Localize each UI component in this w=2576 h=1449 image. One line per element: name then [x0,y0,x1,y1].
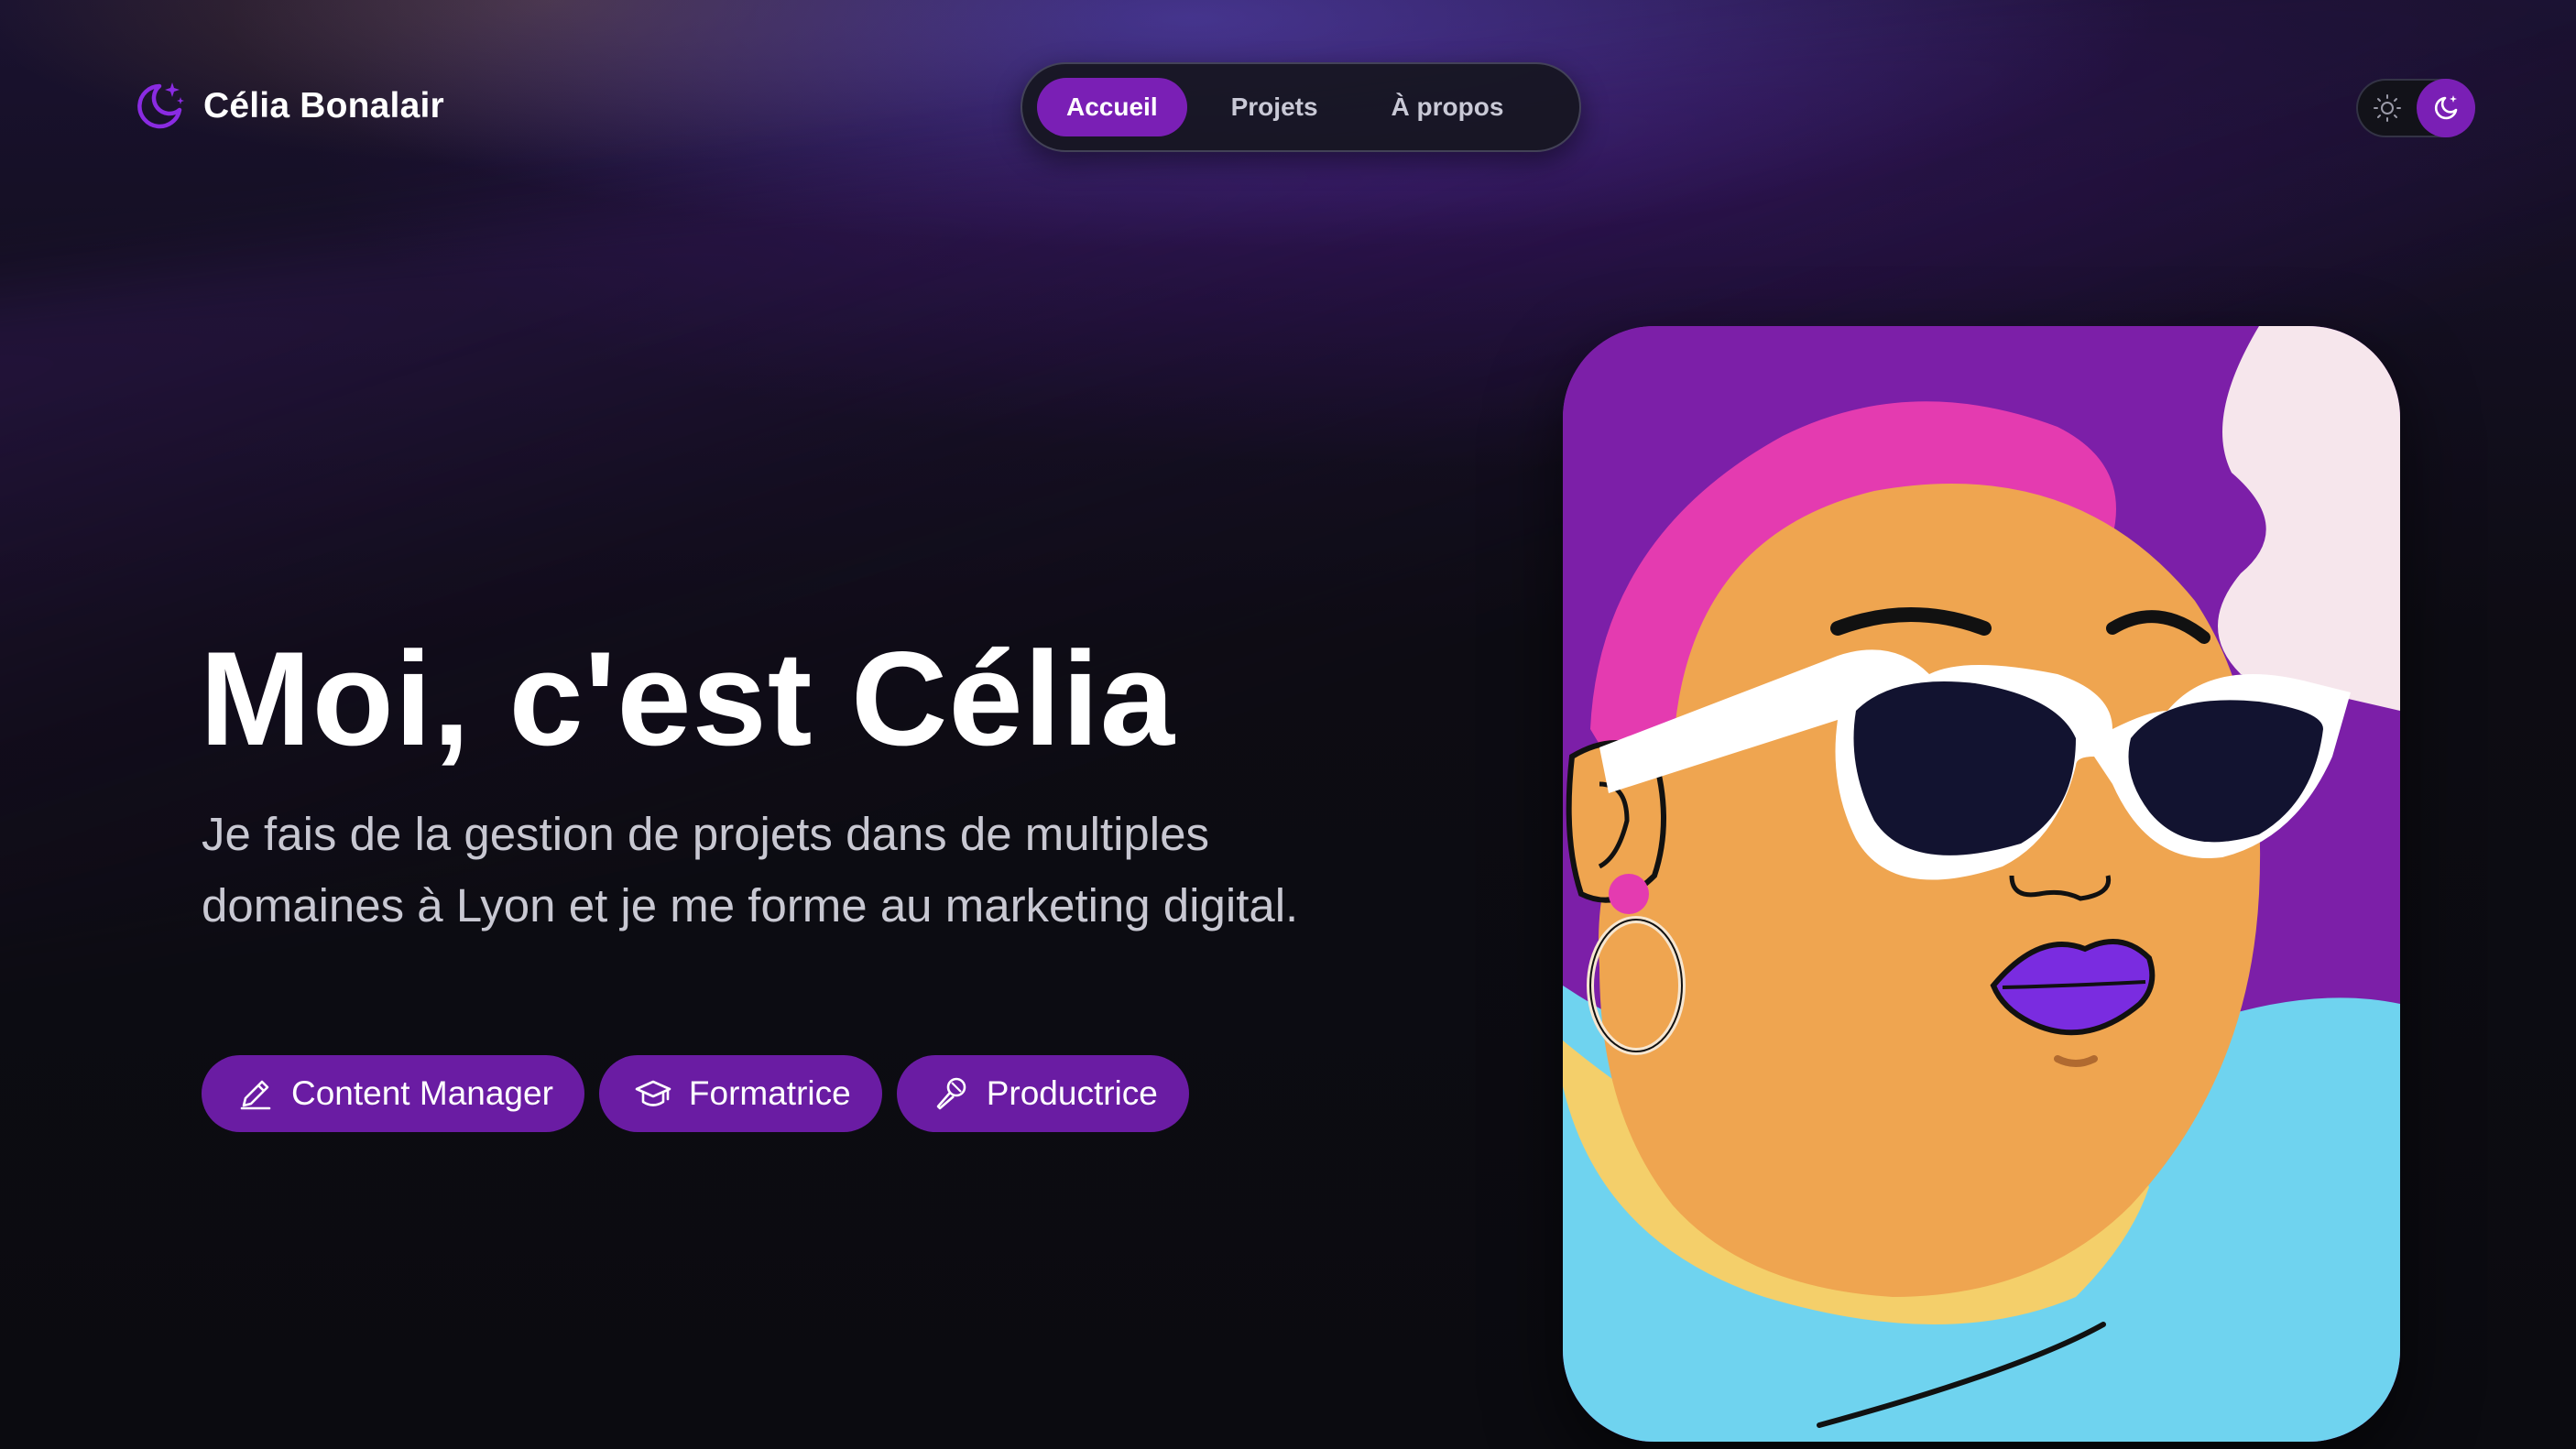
moon-stars-icon [2434,95,2458,120]
main-nav: Accueil Projets À propos [1021,62,1581,152]
nav-item-a-propos[interactable]: À propos [1362,78,1534,136]
tag-productrice[interactable]: Productrice [896,1055,1189,1132]
tag-label: Content Manager [291,1074,553,1112]
hero-subtitle: Je fais de la gestion de projets dans de… [202,808,1299,932]
graduation-cap-icon [635,1080,671,1106]
portrait-illustration [1563,326,2400,1442]
microphone-icon [936,1077,966,1110]
tag-label: Productrice [986,1074,1158,1112]
hero-title: Moi, c'est Célia [200,624,1175,773]
brand-name: Célia Bonalair [203,86,444,125]
moon-stars-icon [137,82,184,129]
portrait-image [1563,326,2400,1442]
brand-home-link[interactable]: Célia Bonalair [132,79,444,134]
page: Célia Bonalair Accueil Projets À propos … [0,0,2576,1449]
tag-formatrice[interactable]: Formatrice [598,1055,882,1132]
role-tags: Content Manager Formatrice Productrice [202,1055,1189,1132]
nav-item-projets[interactable]: Projets [1202,78,1348,136]
tag-label: Formatrice [688,1074,851,1112]
tag-content-manager[interactable]: Content Manager [202,1055,584,1132]
sun-icon [2374,94,2401,122]
nav-item-accueil[interactable]: Accueil [1037,78,1187,136]
theme-toggle-knob[interactable] [2417,79,2475,137]
theme-toggle[interactable] [2356,79,2475,137]
pencil-icon [240,1080,271,1110]
